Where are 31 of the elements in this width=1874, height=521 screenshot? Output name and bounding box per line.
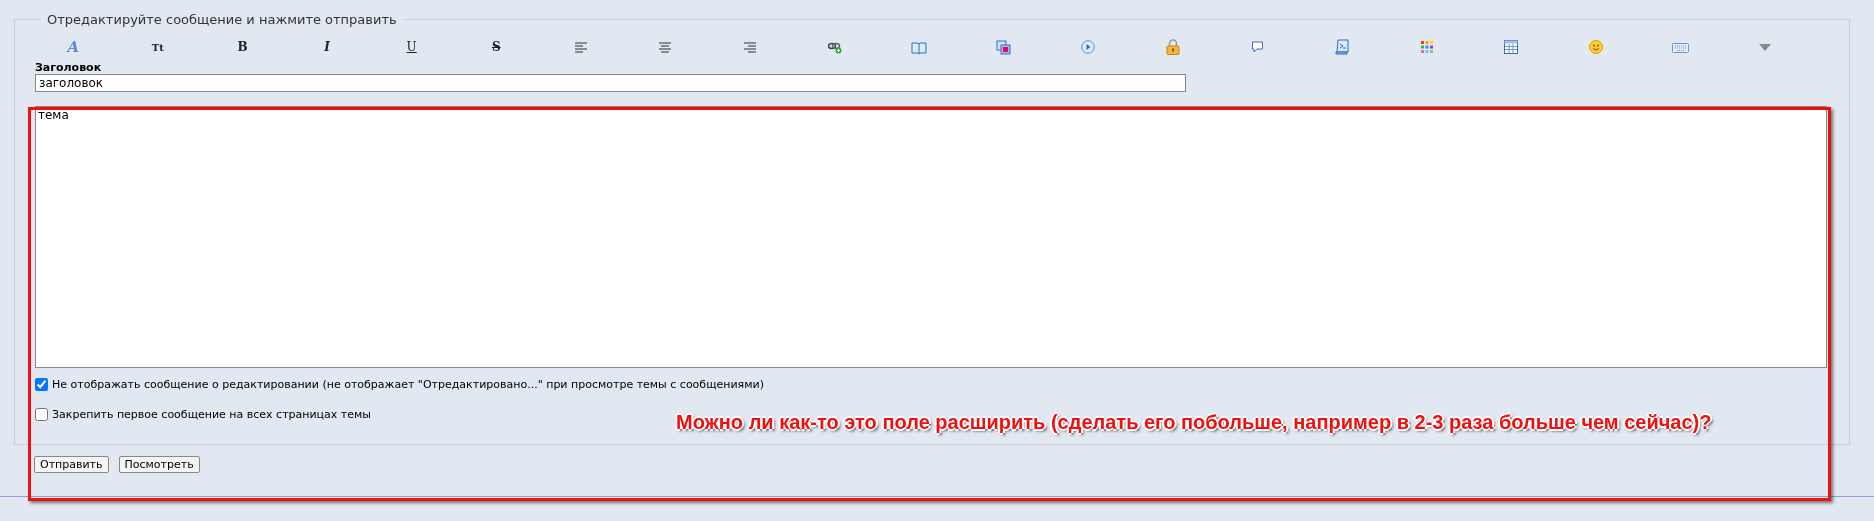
strikethrough-button[interactable]: S [453,37,539,57]
checkbox[interactable] [35,407,48,421]
font-size-button[interactable]: Tt [115,37,201,57]
keyboard-icon [1672,41,1690,53]
underline-button[interactable]: U [369,37,454,57]
message-input-field[interactable]: тема [35,106,1827,368]
copy-icon [996,39,1012,55]
form-button[interactable]: Отправить [34,456,109,473]
link-icon [827,40,842,54]
align-left-icon [574,41,587,53]
align-right-icon [744,41,757,53]
play-icon [1081,40,1096,54]
form-button[interactable]: Посмотреть [118,456,200,473]
checkbox[interactable] [35,377,48,391]
title-label: Заголовок [35,61,102,74]
option-label: Закрепить первое сообщение на всех страницах темы [52,407,371,421]
book-icon [911,40,928,54]
smiley-icon [1589,40,1603,54]
speech-bubble-icon [1251,41,1265,53]
option-label: Не отображать сообщение о редактировании (не отображает "Отредактировано..." при просмотре темы с сообщениями) [52,377,764,391]
align-center-icon [659,41,672,53]
scroll-icon [1334,39,1350,55]
color-grid-icon [1420,41,1433,53]
lock-icon [1166,39,1180,55]
title-input-field[interactable]: заголовок [35,74,1186,92]
italic-button[interactable]: I [284,37,370,57]
annotation-text: Можно ли как-то это поле расширить (сделать его побольше, например в 2-3 раза больше чем сейчас)? [676,411,1712,434]
form-legend: Отредактируйте сообщение и нажмите отправить [41,12,403,27]
bold-button[interactable]: B [200,37,285,57]
table-icon [1504,40,1519,54]
dropdown-arrow-icon [1759,43,1772,51]
